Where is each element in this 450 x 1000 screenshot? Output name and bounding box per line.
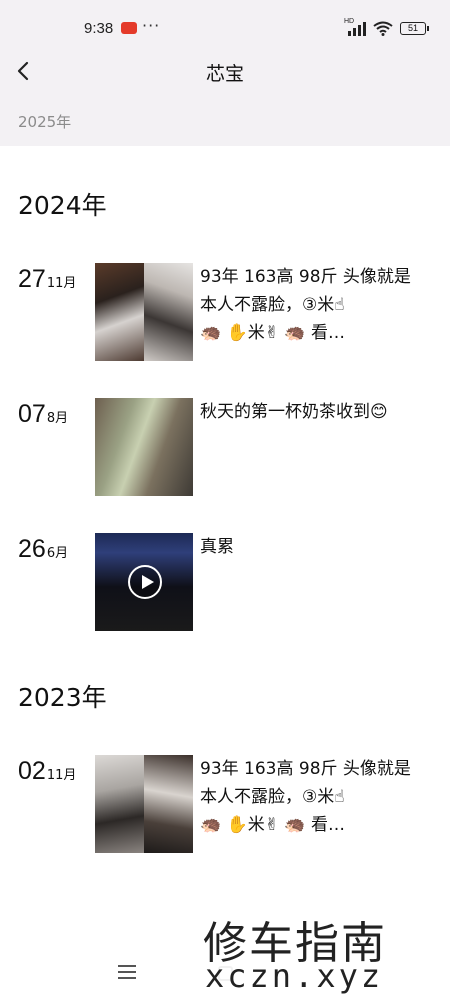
status-bar: 9:38 ··· HD 51 [0, 0, 450, 44]
post-text: 93年 163高 98斤 头像就是本人不露脸，③米☝ 🦔 ✋米✌ 🦔 看… [200, 759, 411, 835]
post-video[interactable] [95, 533, 193, 631]
post-day: 27 [18, 265, 46, 293]
timeline-post[interactable]: 266月 真累 [0, 533, 450, 633]
post-month: 6月 [46, 546, 69, 561]
post-day: 26 [18, 535, 46, 563]
cellular-signal-icon: HD [344, 18, 366, 36]
post-date: 266月 [18, 535, 68, 564]
year-heading: 2024年 [18, 191, 107, 220]
post-text: 秋天的第一杯奶茶收到😊 [200, 402, 388, 422]
play-icon[interactable] [128, 565, 162, 599]
post-date: 0211月 [18, 757, 76, 786]
status-indicators: HD 51 [344, 18, 429, 36]
watermark-url: xczn.xyz [205, 957, 384, 995]
network-type-label: HD [344, 17, 355, 25]
post-date: 078月 [18, 400, 68, 429]
year-filter-label[interactable]: 2025年 [18, 111, 71, 132]
post-photo[interactable] [95, 263, 193, 361]
page-title: 芯宝 [205, 63, 244, 85]
battery-icon: 51 [400, 22, 429, 35]
more-notifications-icon: ··· [142, 16, 161, 35]
timeline-post[interactable]: 078月 秋天的第一杯奶茶收到😊 [0, 398, 450, 498]
year-filter-bar[interactable]: 2025年 [0, 100, 450, 146]
post-month: 8月 [46, 411, 69, 426]
post-photo[interactable] [95, 398, 193, 496]
status-time: 9:38 [84, 20, 114, 37]
post-date: 2711月 [18, 265, 76, 294]
post-day: 02 [18, 757, 46, 785]
post-day: 07 [18, 400, 46, 428]
header: 芯宝 [0, 44, 450, 100]
menu-icon[interactable] [118, 965, 136, 983]
timeline-post[interactable]: 0211月 93年 163高 98斤 头像就是本人不露脸，③米☝ 🦔 ✋米✌ 🦔… [0, 755, 450, 855]
post-month: 11月 [46, 768, 77, 783]
post-month: 11月 [46, 276, 77, 291]
notification-app-icon [121, 22, 137, 34]
post-text: 93年 163高 98斤 头像就是本人不露脸，③米☝ 🦔 ✋米✌ 🦔 看… [200, 267, 411, 343]
watermark: 修车指南 xczn.xyz [185, 905, 435, 1000]
wifi-icon [373, 21, 393, 36]
year-heading: 2023年 [18, 683, 107, 712]
post-photo[interactable] [95, 755, 193, 853]
post-text: 真累 [200, 537, 234, 557]
timeline-post[interactable]: 2711月 93年 163高 98斤 头像就是本人不露脸，③米☝ 🦔 ✋米✌ 🦔… [0, 263, 450, 363]
